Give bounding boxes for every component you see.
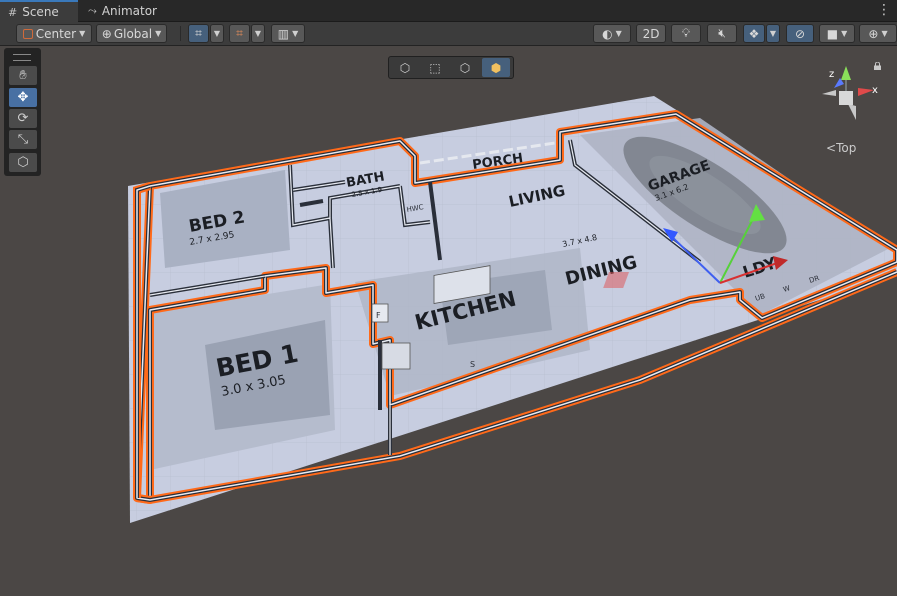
hand-tool-button[interactable]: ✋︎ [9, 66, 37, 85]
tab-animator[interactable]: ⤳ Animator [80, 0, 170, 21]
transform-tool-button[interactable]: ⬡ [9, 153, 37, 172]
scene-viewport[interactable]: BED 2 2.7 x 2.95 BATH 2.5 x 1.9 PORCH LI… [0, 46, 897, 596]
scale-icon: ⤡ [17, 132, 29, 147]
fixture-label-f: F [376, 311, 381, 320]
chevron-down-icon: ▼ [155, 29, 162, 38]
component-mode-bar: ⬡ ⬚ ⬡ ⬢ [388, 56, 514, 79]
hidden-objects-toggle[interactable]: ⊘ [786, 24, 814, 43]
lock-icon[interactable] [873, 62, 882, 70]
scene-render: BED 2 2.7 x 2.95 BATH 2.5 x 1.9 PORCH LI… [0, 46, 897, 596]
axis-label-x: x [872, 85, 878, 96]
animator-icon: ⤳ [88, 3, 97, 17]
chevron-left-icon: < [826, 141, 837, 155]
hand-icon: ✋︎ [19, 68, 27, 83]
more-options-icon[interactable]: ⋮ [877, 2, 891, 18]
pivot-dropdown[interactable]: Center ▼ [16, 24, 92, 43]
chevron-down-icon: ▼ [769, 29, 777, 38]
grid-visibility-dropdown[interactable]: ▥ ▼ [271, 24, 305, 43]
effects-toggle[interactable]: ❖ [743, 24, 765, 43]
rect-mode-button[interactable]: ⬚ [421, 58, 449, 77]
chevron-down-icon: ▼ [292, 29, 299, 38]
move-icon: ✥ [17, 90, 29, 105]
lighting-toggle[interactable]: 💡︎ [671, 24, 701, 43]
cube-icon: ⬡ [399, 60, 411, 75]
grid-snap-icon: ⌗ [195, 26, 202, 40]
effects-icon: ❖ [748, 26, 760, 41]
space-dropdown[interactable]: ⊕ Global ▼ [96, 24, 167, 43]
audio-mute-icon: 🔇︎ [718, 26, 726, 40]
grid-icon: # [8, 5, 18, 19]
lighting-icon: 💡︎ [681, 26, 691, 40]
tab-scene[interactable]: # Scene [0, 0, 78, 22]
2d-label: 2D [642, 26, 660, 41]
pivot-label: Center [35, 26, 77, 41]
space-label: Global [113, 26, 153, 41]
scene-toolbar: Center ▼ ⊕ Global ▼ ⌗ ▼ ⌗ ▼ ▥ ▼ ◐ ▼ 2D 💡︎ … [0, 22, 897, 46]
edge-mode-button[interactable]: ⬡ [451, 58, 479, 77]
chevron-down-icon: ▼ [213, 29, 221, 38]
tab-animator-label: Animator [101, 3, 157, 18]
camera-icon: ■ [826, 26, 839, 41]
camera-dropdown[interactable]: ■ ▼ [819, 24, 855, 43]
tab-bar: # Scene ⤳ Animator ⋮ [0, 0, 897, 22]
y-axis-cone[interactable] [841, 66, 851, 80]
chevron-down-icon: ▼ [841, 29, 848, 38]
scale-tool-button[interactable]: ⤡ [9, 130, 37, 149]
effects-dropdown[interactable]: ▼ [766, 24, 780, 43]
increment-snap-dropdown[interactable]: ▼ [251, 24, 265, 43]
axis-label-z: z [829, 69, 834, 80]
fixture-label-s: S [470, 360, 475, 369]
grid-snap-button[interactable]: ⌗ [188, 24, 209, 43]
transform-icon: ⬡ [17, 155, 29, 170]
shading-icon: ◐ [602, 26, 613, 41]
globe-icon: ⊕ [101, 26, 112, 41]
orientation-gizmo[interactable]: z x [808, 60, 893, 135]
gizmos-dropdown[interactable]: ⊕ ▼ [859, 24, 897, 43]
face-mode-button[interactable]: ⬢ [482, 58, 510, 77]
view-label-text: Top [836, 141, 857, 155]
draw-mode-dropdown[interactable]: ◐ ▼ [593, 24, 631, 43]
view-label[interactable]: <Top [826, 141, 856, 155]
tool-palette: ✋︎ ✥ ⟳ ⤡ ⬡ [4, 48, 41, 176]
rotate-tool-button[interactable]: ⟳ [9, 109, 37, 128]
tab-scene-label: Scene [22, 5, 59, 19]
grid-snap-dropdown[interactable]: ▼ [210, 24, 224, 43]
grid-icon: ▥ [277, 26, 290, 41]
move-tool-button[interactable]: ✥ [9, 88, 37, 107]
increment-snap-button[interactable]: ⌗ [229, 24, 250, 43]
drag-handle[interactable] [13, 54, 31, 61]
cube-face-icon: ⬢ [490, 60, 502, 75]
cube-outline-icon: ⬡ [459, 60, 471, 75]
audio-toggle[interactable]: 🔇︎ [707, 24, 737, 43]
increment-snap-icon: ⌗ [236, 26, 243, 40]
2d-toggle[interactable]: 2D [636, 24, 666, 43]
pivot-icon [22, 28, 33, 39]
gizmos-icon: ⊕ [868, 26, 879, 41]
chevron-down-icon: ▼ [79, 29, 86, 38]
eye-slash-icon: ⊘ [794, 26, 806, 41]
rotate-icon: ⟳ [17, 111, 29, 126]
chevron-down-icon: ▼ [615, 29, 622, 38]
object-mode-button[interactable]: ⬡ [391, 58, 419, 77]
chevron-down-icon: ▼ [254, 29, 262, 38]
chevron-down-icon: ▼ [881, 29, 888, 38]
rect-select-icon: ⬚ [429, 60, 441, 75]
